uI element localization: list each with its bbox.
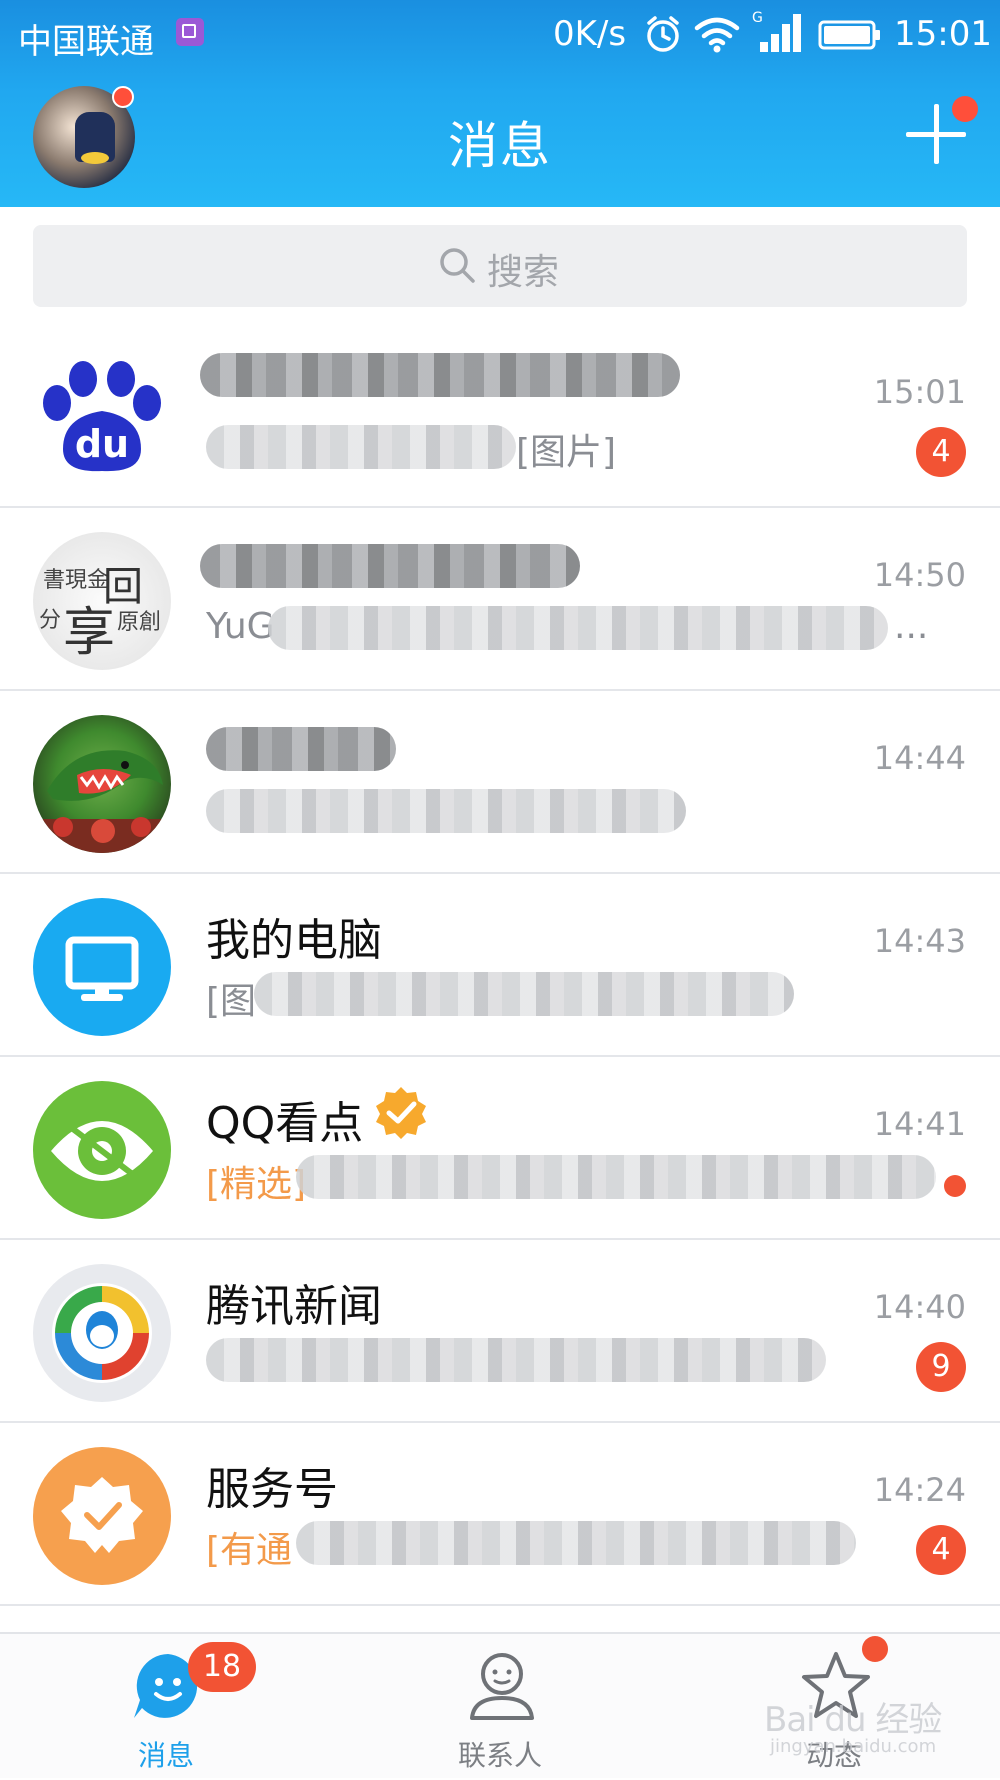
avatar-notification-dot [112, 86, 134, 108]
add-notification-dot [952, 96, 978, 122]
unread-badge: 9 [916, 1342, 966, 1392]
app-header: 中国联通 0K/s G 15:01 消息 [0, 0, 1000, 207]
eye-icon [51, 1121, 153, 1181]
redacted-name [206, 727, 396, 771]
message-preview: [精选] [206, 1164, 307, 1205]
page-title: 消息 [448, 117, 552, 175]
photo-icon [176, 18, 204, 46]
conversation-name: 服务号 [206, 1464, 338, 1515]
message-time: 14:50 [873, 556, 966, 594]
clock-time: 15:01 [894, 14, 992, 54]
unread-badge: 4 [916, 1525, 966, 1575]
message-preview: [图片] [516, 432, 617, 473]
conversation-name: 我的电脑 [206, 915, 382, 966]
message-preview: YuG [206, 606, 275, 647]
redacted-name [200, 544, 580, 588]
search-icon [440, 248, 475, 283]
redacted-preview [206, 1338, 826, 1382]
unread-badge: 4 [916, 427, 966, 477]
computer-monitor-icon [65, 936, 139, 1001]
search-area: 搜索 [0, 207, 1000, 325]
unread-dot [944, 1175, 966, 1197]
conversation-row[interactable]: du [图片] 15:01 4 [0, 325, 1000, 508]
calligraphy-avatar: 書現金 回 分 享 原創 [33, 532, 171, 670]
battery-icon [818, 20, 880, 50]
qq-kandian-avatar [33, 1081, 171, 1219]
tab-contacts[interactable]: 联系人 [400, 1634, 600, 1780]
conversation-row[interactable]: 我的电脑 [图 14:43 [0, 874, 1000, 1057]
verified-icon [376, 1087, 426, 1139]
conversation-name: QQ看点 [206, 1098, 364, 1149]
message-time: 14:43 [873, 922, 966, 960]
baidu-watermark: Bai du 经验 [764, 1700, 942, 1740]
my-computer-avatar [33, 898, 171, 1036]
message-preview: [图 [206, 981, 257, 1022]
redacted-preview [268, 606, 888, 650]
service-account-avatar [33, 1447, 171, 1585]
message-preview: [有通 [206, 1530, 293, 1571]
tencent-news-avatar [33, 1264, 171, 1402]
conversation-row[interactable]: 腾讯新闻 14:40 9 [0, 1240, 1000, 1423]
search-placeholder: 搜索 [487, 252, 560, 293]
alarm-icon [647, 16, 679, 52]
redacted-preview [206, 789, 686, 833]
messages-unread-badge: 18 [188, 1642, 256, 1692]
tencent-news-icon [52, 1283, 152, 1383]
redacted-preview [296, 1521, 856, 1565]
baidu-watermark-url: jingyan.baidu.com [770, 1736, 937, 1757]
redacted-name [200, 353, 680, 397]
conversation-name: 腾讯新闻 [206, 1281, 382, 1332]
signal-icon: G [752, 10, 801, 52]
redacted-preview [206, 425, 516, 469]
preview-ellipsis: ... [894, 606, 929, 647]
baidu-du-logo: du [33, 349, 171, 487]
wifi-icon [694, 17, 740, 53]
conversation-list: du [图片] 15:01 4 書現金 回 分 享 原創 YuG ... 14:… [0, 325, 1000, 1606]
message-time: 15:01 [873, 373, 966, 411]
tab-label: 联系人 [457, 1739, 542, 1772]
message-time: 14:44 [873, 739, 966, 777]
message-time: 14:40 [873, 1288, 966, 1326]
message-time: 14:24 [873, 1471, 966, 1509]
service-badge-icon [61, 1477, 143, 1553]
redacted-preview [296, 1155, 936, 1199]
network-speed: 0K/s [553, 14, 627, 54]
conversation-row[interactable]: 14:44 [0, 691, 1000, 874]
baidu-paw-icon: du [43, 361, 161, 472]
feeds-notification-dot [862, 1636, 888, 1662]
carrier-name: 中国联通 [18, 22, 154, 62]
conversation-row[interactable]: QQ看点 [精选] 14:41 [0, 1057, 1000, 1240]
redacted-preview [254, 972, 794, 1016]
watermelon-shark-image [33, 750, 171, 853]
watermelon-shark-avatar [33, 715, 171, 853]
status-bar: 中国联通 0K/s G 15:01 [0, 0, 1000, 70]
message-time: 14:41 [873, 1105, 966, 1143]
conversation-row[interactable]: 服务号 [有通 14:24 4 [0, 1423, 1000, 1606]
search-input[interactable]: 搜索 [33, 225, 967, 307]
contacts-person-icon [470, 1653, 534, 1720]
tab-label: 消息 [137, 1739, 194, 1772]
svg-text:du: du [75, 422, 129, 466]
conversation-row[interactable]: 書現金 回 分 享 原創 YuG ... 14:50 [0, 508, 1000, 691]
svg-text:G: G [752, 10, 763, 26]
